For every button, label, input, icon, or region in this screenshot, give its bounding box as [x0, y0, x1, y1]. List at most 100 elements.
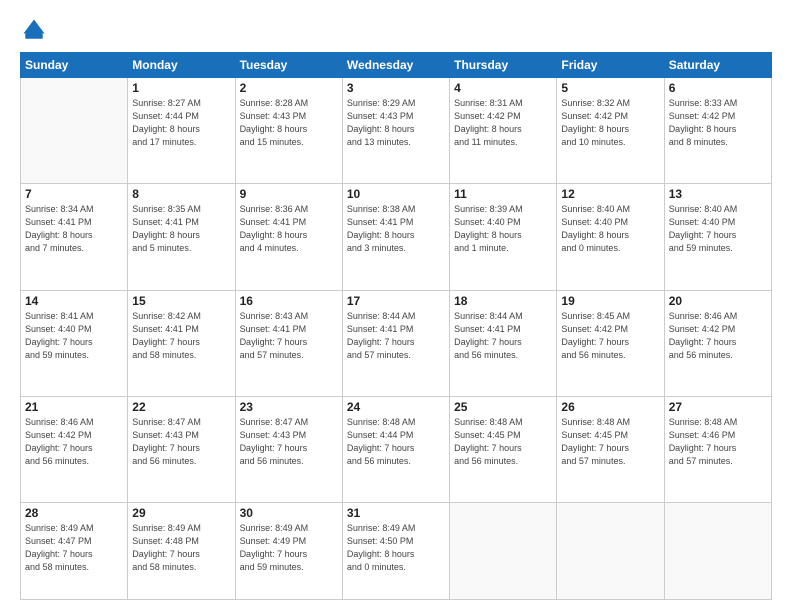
- day-number: 2: [240, 81, 338, 95]
- weekday-header-row: SundayMondayTuesdayWednesdayThursdayFrid…: [21, 53, 772, 78]
- week-row-2: 7 Sunrise: 8:34 AM Sunset: 4:41 PM Daylig…: [21, 184, 772, 290]
- day-info: Sunrise: 8:45 AM Sunset: 4:42 PM Dayligh…: [561, 310, 659, 362]
- weekday-header-monday: Monday: [128, 53, 235, 78]
- day-number: 6: [669, 81, 767, 95]
- day-info: Sunrise: 8:44 AM Sunset: 4:41 PM Dayligh…: [347, 310, 445, 362]
- day-cell: 6 Sunrise: 8:33 AM Sunset: 4:42 PM Daylig…: [664, 78, 771, 184]
- day-cell: 15 Sunrise: 8:42 AM Sunset: 4:41 PM Dayli…: [128, 290, 235, 396]
- day-number: 14: [25, 294, 123, 308]
- week-row-4: 21 Sunrise: 8:46 AM Sunset: 4:42 PM Dayli…: [21, 396, 772, 502]
- day-info: Sunrise: 8:48 AM Sunset: 4:45 PM Dayligh…: [454, 416, 552, 468]
- day-cell: [450, 503, 557, 600]
- day-number: 22: [132, 400, 230, 414]
- day-cell: 22 Sunrise: 8:47 AM Sunset: 4:43 PM Dayli…: [128, 396, 235, 502]
- day-info: Sunrise: 8:38 AM Sunset: 4:41 PM Dayligh…: [347, 203, 445, 255]
- day-number: 12: [561, 187, 659, 201]
- day-cell: 26 Sunrise: 8:48 AM Sunset: 4:45 PM Dayli…: [557, 396, 664, 502]
- day-info: Sunrise: 8:33 AM Sunset: 4:42 PM Dayligh…: [669, 97, 767, 149]
- day-info: Sunrise: 8:32 AM Sunset: 4:42 PM Dayligh…: [561, 97, 659, 149]
- day-info: Sunrise: 8:43 AM Sunset: 4:41 PM Dayligh…: [240, 310, 338, 362]
- day-number: 4: [454, 81, 552, 95]
- weekday-header-tuesday: Tuesday: [235, 53, 342, 78]
- day-number: 18: [454, 294, 552, 308]
- day-cell: 20Sunrise: 8:46 AM Sunset: 4:42 PM Dayli…: [664, 290, 771, 396]
- day-number: 21: [25, 400, 123, 414]
- page: SundayMondayTuesdayWednesdayThursdayFrid…: [0, 0, 792, 612]
- day-number: 16: [240, 294, 338, 308]
- day-number: 25: [454, 400, 552, 414]
- day-cell: 25 Sunrise: 8:48 AM Sunset: 4:45 PM Dayli…: [450, 396, 557, 502]
- day-number: 7: [25, 187, 123, 201]
- day-info: Sunrise: 8:48 AM Sunset: 4:46 PM Dayligh…: [669, 416, 767, 468]
- day-info: Sunrise: 8:46 AM Sunset: 4:42 PM Dayligh…: [669, 310, 767, 362]
- day-info: Sunrise: 8:29 AM Sunset: 4:43 PM Dayligh…: [347, 97, 445, 149]
- day-cell: 7 Sunrise: 8:34 AM Sunset: 4:41 PM Daylig…: [21, 184, 128, 290]
- weekday-header-friday: Friday: [557, 53, 664, 78]
- day-info: Sunrise: 8:42 AM Sunset: 4:41 PM Dayligh…: [132, 310, 230, 362]
- day-cell: 17 Sunrise: 8:44 AM Sunset: 4:41 PM Dayli…: [342, 290, 449, 396]
- day-info: Sunrise: 8:49 AM Sunset: 4:48 PM Dayligh…: [132, 522, 230, 574]
- day-cell: 11Sunrise: 8:39 AM Sunset: 4:40 PM Dayli…: [450, 184, 557, 290]
- day-number: 30: [240, 506, 338, 520]
- day-cell: 21 Sunrise: 8:46 AM Sunset: 4:42 PM Dayli…: [21, 396, 128, 502]
- header: [20, 16, 772, 44]
- day-number: 31: [347, 506, 445, 520]
- day-number: 8: [132, 187, 230, 201]
- day-cell: 9Sunrise: 8:36 AM Sunset: 4:41 PM Daylig…: [235, 184, 342, 290]
- week-row-3: 14 Sunrise: 8:41 AM Sunset: 4:40 PM Dayli…: [21, 290, 772, 396]
- day-number: 26: [561, 400, 659, 414]
- weekday-header-thursday: Thursday: [450, 53, 557, 78]
- week-row-5: 28Sunrise: 8:49 AM Sunset: 4:47 PM Dayli…: [21, 503, 772, 600]
- day-number: 5: [561, 81, 659, 95]
- day-cell: 14 Sunrise: 8:41 AM Sunset: 4:40 PM Dayli…: [21, 290, 128, 396]
- day-info: Sunrise: 8:44 AM Sunset: 4:41 PM Dayligh…: [454, 310, 552, 362]
- day-cell: 1Sunrise: 8:27 AM Sunset: 4:44 PM Daylig…: [128, 78, 235, 184]
- day-number: 17: [347, 294, 445, 308]
- day-info: Sunrise: 8:40 AM Sunset: 4:40 PM Dayligh…: [669, 203, 767, 255]
- day-info: Sunrise: 8:49 AM Sunset: 4:49 PM Dayligh…: [240, 522, 338, 574]
- day-info: Sunrise: 8:39 AM Sunset: 4:40 PM Dayligh…: [454, 203, 552, 255]
- day-info: Sunrise: 8:41 AM Sunset: 4:40 PM Dayligh…: [25, 310, 123, 362]
- day-number: 27: [669, 400, 767, 414]
- day-info: Sunrise: 8:48 AM Sunset: 4:45 PM Dayligh…: [561, 416, 659, 468]
- weekday-header-saturday: Saturday: [664, 53, 771, 78]
- day-info: Sunrise: 8:47 AM Sunset: 4:43 PM Dayligh…: [132, 416, 230, 468]
- day-cell: 24 Sunrise: 8:48 AM Sunset: 4:44 PM Dayli…: [342, 396, 449, 502]
- logo: [20, 16, 52, 44]
- day-info: Sunrise: 8:35 AM Sunset: 4:41 PM Dayligh…: [132, 203, 230, 255]
- day-info: Sunrise: 8:46 AM Sunset: 4:42 PM Dayligh…: [25, 416, 123, 468]
- day-cell: 4Sunrise: 8:31 AM Sunset: 4:42 PM Daylig…: [450, 78, 557, 184]
- week-row-1: 1Sunrise: 8:27 AM Sunset: 4:44 PM Daylig…: [21, 78, 772, 184]
- day-info: Sunrise: 8:40 AM Sunset: 4:40 PM Dayligh…: [561, 203, 659, 255]
- day-info: Sunrise: 8:47 AM Sunset: 4:43 PM Dayligh…: [240, 416, 338, 468]
- day-cell: 31 Sunrise: 8:49 AM Sunset: 4:50 PM Dayli…: [342, 503, 449, 600]
- day-cell: 16 Sunrise: 8:43 AM Sunset: 4:41 PM Dayli…: [235, 290, 342, 396]
- day-cell: [21, 78, 128, 184]
- logo-icon: [20, 16, 48, 44]
- day-cell: [664, 503, 771, 600]
- day-number: 10: [347, 187, 445, 201]
- day-cell: 13 Sunrise: 8:40 AM Sunset: 4:40 PM Dayli…: [664, 184, 771, 290]
- day-number: 13: [669, 187, 767, 201]
- day-cell: 8 Sunrise: 8:35 AM Sunset: 4:41 PM Daylig…: [128, 184, 235, 290]
- weekday-header-wednesday: Wednesday: [342, 53, 449, 78]
- day-cell: 19 Sunrise: 8:45 AM Sunset: 4:42 PM Dayli…: [557, 290, 664, 396]
- day-number: 19: [561, 294, 659, 308]
- calendar-table: SundayMondayTuesdayWednesdayThursdayFrid…: [20, 52, 772, 600]
- day-info: Sunrise: 8:48 AM Sunset: 4:44 PM Dayligh…: [347, 416, 445, 468]
- day-info: Sunrise: 8:27 AM Sunset: 4:44 PM Dayligh…: [132, 97, 230, 149]
- day-number: 23: [240, 400, 338, 414]
- day-number: 3: [347, 81, 445, 95]
- day-number: 29: [132, 506, 230, 520]
- day-number: 28: [25, 506, 123, 520]
- day-number: 24: [347, 400, 445, 414]
- day-info: Sunrise: 8:34 AM Sunset: 4:41 PM Dayligh…: [25, 203, 123, 255]
- day-cell: 30 Sunrise: 8:49 AM Sunset: 4:49 PM Dayli…: [235, 503, 342, 600]
- day-info: Sunrise: 8:49 AM Sunset: 4:50 PM Dayligh…: [347, 522, 445, 574]
- day-cell: 2Sunrise: 8:28 AM Sunset: 4:43 PM Daylig…: [235, 78, 342, 184]
- day-number: 15: [132, 294, 230, 308]
- day-cell: 18 Sunrise: 8:44 AM Sunset: 4:41 PM Dayli…: [450, 290, 557, 396]
- day-cell: 23 Sunrise: 8:47 AM Sunset: 4:43 PM Dayli…: [235, 396, 342, 502]
- day-cell: 12 Sunrise: 8:40 AM Sunset: 4:40 PM Dayli…: [557, 184, 664, 290]
- day-cell: 5 Sunrise: 8:32 AM Sunset: 4:42 PM Daylig…: [557, 78, 664, 184]
